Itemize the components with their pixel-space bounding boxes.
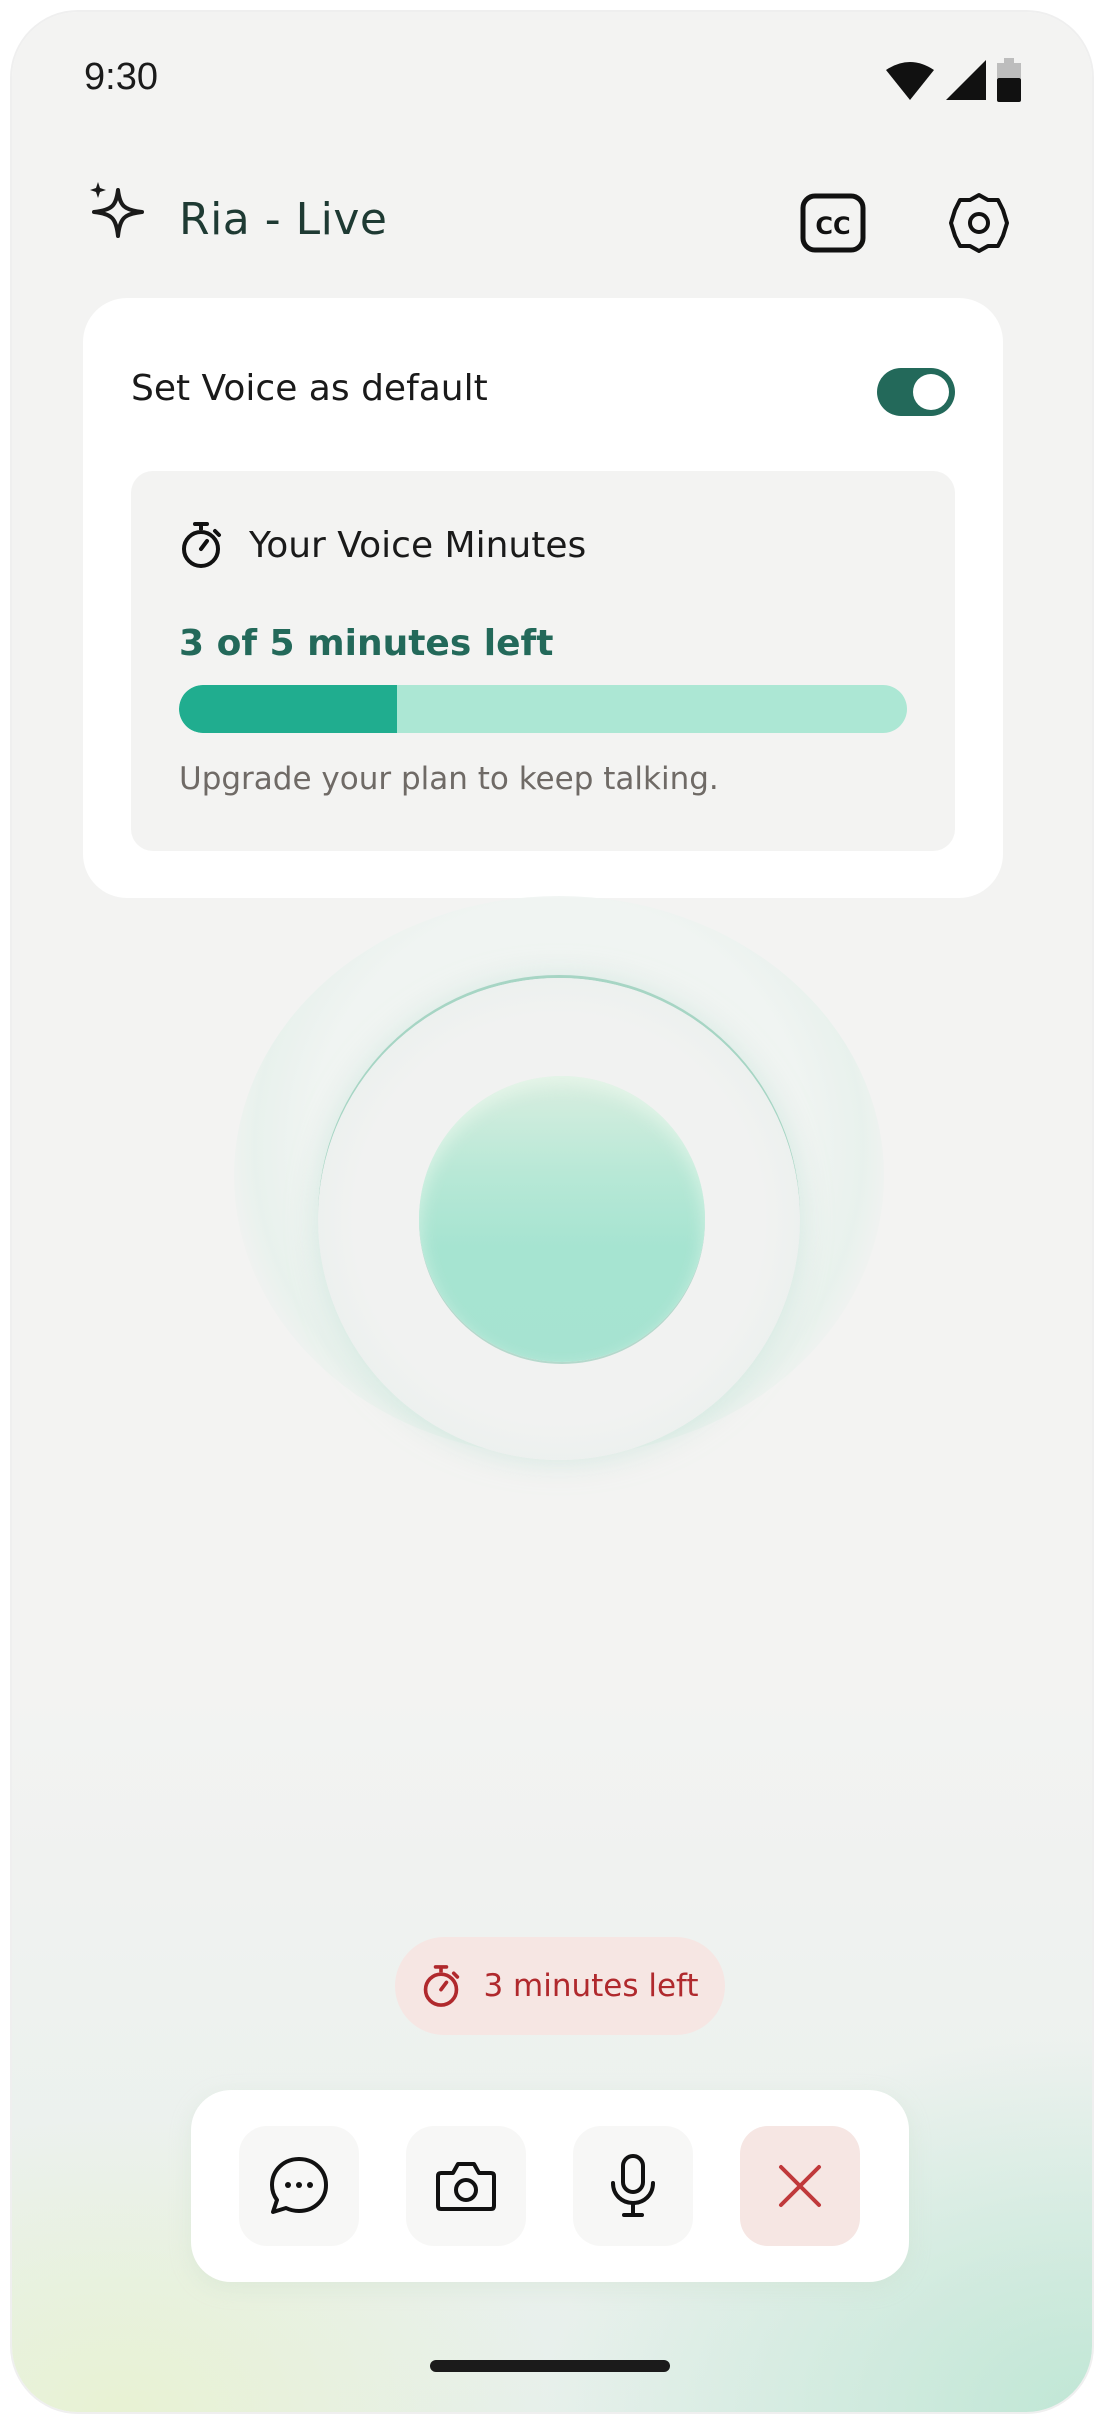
toggle-knob <box>913 374 949 410</box>
wifi-icon <box>886 62 934 100</box>
stopwatch-icon <box>424 1965 460 2007</box>
time-left-badge: 3 minutes left <box>395 1937 725 2035</box>
call-action-bar <box>191 2090 909 2282</box>
microphone-button[interactable] <box>573 2126 693 2246</box>
sparkle-icon <box>90 182 144 238</box>
settings-icon <box>949 193 1009 253</box>
upgrade-plan-text: Upgrade your plan to keep talking. <box>179 761 719 797</box>
voice-minutes-panel: Your Voice Minutes 3 of 5 minutes left U… <box>131 471 955 851</box>
camera-icon <box>436 2162 496 2211</box>
home-indicator[interactable] <box>430 2360 670 2372</box>
page-title: Ria - Live <box>179 194 388 245</box>
voice-orb <box>419 1076 705 1362</box>
svg-text:CC: CC <box>815 212 850 240</box>
voice-default-toggle[interactable] <box>877 368 955 416</box>
battery-icon <box>997 58 1021 102</box>
status-time: 9:30 <box>84 56 158 98</box>
closed-captions-button[interactable]: CC <box>797 187 869 259</box>
chat-button[interactable] <box>239 2126 359 2246</box>
stopwatch-icon <box>182 522 221 568</box>
status-icons <box>884 58 1022 102</box>
voice-minutes-title: Your Voice Minutes <box>249 525 587 566</box>
microphone-icon <box>611 2154 655 2217</box>
end-call-button[interactable] <box>740 2126 860 2246</box>
time-left-label: 3 minutes left <box>483 1968 699 2004</box>
close-icon <box>779 2165 821 2207</box>
settings-button[interactable] <box>943 187 1015 259</box>
minutes-progress-bar <box>179 685 907 733</box>
signal-icon <box>946 60 986 100</box>
camera-button[interactable] <box>406 2126 526 2246</box>
minutes-progress-fill <box>179 685 398 733</box>
chat-icon <box>270 2157 328 2214</box>
minutes-left-text: 3 of 5 minutes left <box>179 623 554 664</box>
closed-captions-icon: CC <box>800 193 866 253</box>
set-voice-default-label: Set Voice as default <box>131 368 488 409</box>
phone-screen: 9:30 Ria - Live CC Set Voice as default … <box>12 12 1092 2412</box>
voice-settings-card: Set Voice as default Your Voice Minutes … <box>83 298 1003 898</box>
